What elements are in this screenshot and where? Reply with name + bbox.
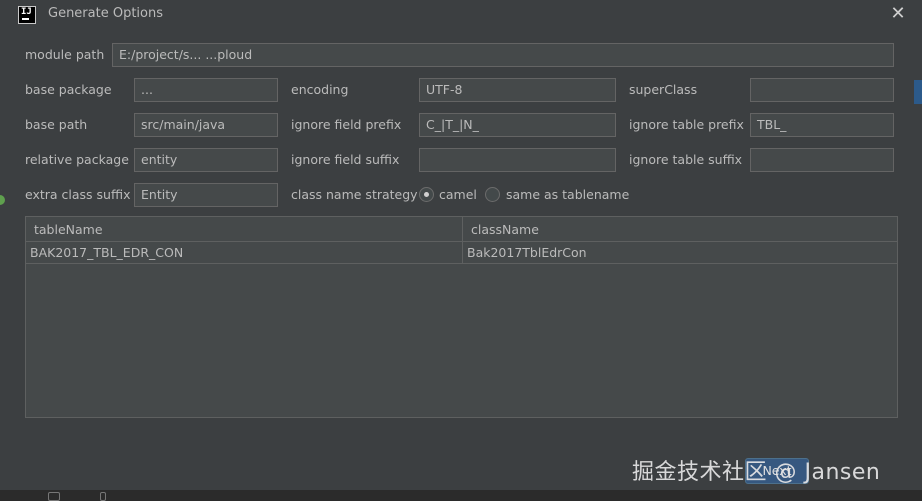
ignore-field-prefix-label: ignore field prefix [291, 117, 402, 132]
relative-package-input[interactable]: entity [134, 148, 278, 172]
base-package-input[interactable]: ... [134, 78, 278, 102]
encoding-input[interactable]: UTF-8 [419, 78, 616, 102]
camel-radio-label[interactable]: camel [439, 187, 477, 202]
column-header-tablename[interactable]: tableName [26, 217, 462, 242]
dialog-title: Generate Options [48, 6, 164, 21]
superclass-input[interactable] [750, 78, 894, 102]
same-as-tablename-radio[interactable] [485, 187, 500, 202]
module-path-label: module path [25, 47, 105, 62]
cursor-icon [100, 492, 106, 501]
ignore-table-suffix-label: ignore table suffix [629, 152, 743, 167]
base-path-label: base path [25, 117, 88, 132]
intellij-logo-icon: IJ [18, 6, 36, 24]
bottom-status-strip [0, 490, 922, 501]
ignore-table-prefix-input[interactable]: TBL_ [750, 113, 894, 137]
watermark: 掘金技术社区 @ Jansen [632, 460, 881, 485]
ignore-table-prefix-label: ignore table prefix [629, 117, 744, 132]
encoding-label: encoding [291, 82, 349, 97]
title-bar: IJ Generate Options ✕ [0, 0, 922, 30]
base-path-input[interactable]: src/main/java [134, 113, 278, 137]
ignore-field-suffix-label: ignore field suffix [291, 152, 400, 167]
ignore-table-suffix-input[interactable] [750, 148, 894, 172]
relative-package-label: relative package [25, 152, 129, 167]
status-icon [48, 492, 60, 501]
mapping-table: tableName className BAK2017_TBL_EDR_CON … [25, 216, 898, 418]
column-header-classname[interactable]: className [463, 217, 897, 242]
close-icon[interactable]: ✕ [888, 4, 908, 24]
column-divider [462, 217, 463, 264]
background-editor-strip [914, 80, 922, 104]
extra-class-suffix-input[interactable]: Entity [134, 183, 278, 207]
ignore-field-suffix-input[interactable] [419, 148, 616, 172]
class-name-strategy-label: class name strategy [291, 187, 418, 202]
table-cell-classname[interactable]: Bak2017TblEdrCon [463, 242, 897, 264]
extra-class-suffix-label: extra class suffix [25, 187, 131, 202]
ignore-field-prefix-input[interactable]: C_|T_|N_ [419, 113, 616, 137]
module-path-input[interactable]: E:/project/s... ...ploud [112, 43, 894, 67]
same-as-tablename-radio-label[interactable]: same as tablename [506, 187, 629, 202]
table-cell-tablename[interactable]: BAK2017_TBL_EDR_CON [26, 242, 462, 264]
camel-radio[interactable] [419, 187, 434, 202]
green-dot-icon [0, 195, 5, 205]
base-package-label: base package [25, 82, 112, 97]
superclass-label: superClass [629, 82, 698, 97]
